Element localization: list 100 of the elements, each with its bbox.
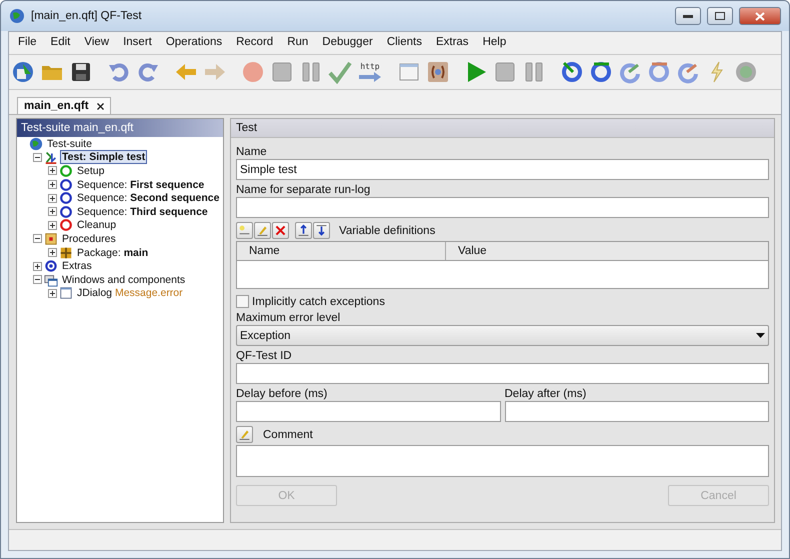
expand-icon[interactable] [48, 207, 57, 216]
step-in-icon[interactable] [560, 60, 584, 84]
maximize-button[interactable] [707, 7, 733, 25]
ring-icon [59, 191, 73, 206]
field-label: Delay after (ms) [504, 388, 588, 400]
delete-button[interactable] [272, 222, 289, 239]
input-field[interactable] [236, 401, 500, 422]
tree-item[interactable]: Setup [75, 164, 106, 177]
expand-icon[interactable] [33, 262, 42, 271]
edit-icon [256, 224, 269, 237]
tree-item[interactable]: Test-suite [45, 138, 94, 150]
skip-over-icon[interactable] [647, 60, 671, 84]
move-down-button[interactable] [313, 222, 330, 239]
collapse-icon[interactable] [33, 275, 42, 284]
tree-item[interactable]: Sequence: Second sequence [75, 192, 222, 204]
expand-icon[interactable] [48, 220, 57, 230]
minimize-icon [683, 14, 693, 18]
expand-icon[interactable] [48, 194, 57, 203]
box-icon [44, 232, 58, 246]
tree-item[interactable]: Cleanup [75, 219, 118, 232]
delete-icon [274, 224, 287, 237]
braces-icon[interactable] [426, 60, 450, 84]
test-icon [44, 150, 58, 164]
menu-item[interactable]: Help [476, 34, 514, 50]
collapse-icon[interactable] [33, 234, 42, 244]
grid-icon [59, 246, 73, 260]
step-over-icon[interactable] [589, 60, 613, 84]
suite-icon[interactable] [11, 60, 35, 84]
menu-item[interactable]: Operations [158, 34, 230, 50]
error-level-dropdown[interactable]: Exception [236, 325, 769, 346]
comment-field[interactable] [236, 445, 769, 477]
save-icon[interactable] [69, 60, 93, 84]
breakpoint-icon[interactable] [734, 60, 758, 84]
target-icon [44, 259, 58, 274]
panel-title: Test-suite main_en.qft [17, 119, 223, 137]
field-label: Name for separate run-log [236, 184, 372, 196]
input-field[interactable] [504, 401, 769, 422]
move-down-icon [315, 224, 328, 237]
menu-item[interactable]: View [77, 34, 116, 50]
move-up-icon [297, 224, 310, 237]
menu-item[interactable]: Debugger [315, 34, 380, 50]
close-icon [755, 12, 765, 20]
field-label: QF-Test ID [236, 350, 293, 362]
section-label: Variable definitions [339, 224, 436, 236]
tree-item[interactable]: Windows and components [60, 274, 188, 286]
close-button[interactable] [739, 7, 781, 25]
name-field[interactable]: Simple test [236, 159, 769, 180]
variables-table[interactable]: Name Value [236, 241, 769, 289]
tree-item[interactable]: Sequence: First sequence [75, 178, 206, 191]
ring-icon [59, 218, 73, 232]
move-up-button[interactable] [295, 222, 312, 239]
file-tab[interactable]: main_en.qft [17, 97, 111, 114]
window-title: [main_en.qft] QF-Test [31, 10, 143, 22]
field-label: Delay before (ms) [236, 388, 328, 400]
tree-item[interactable]: Package: main [75, 246, 150, 259]
checkbox[interactable] [236, 295, 249, 308]
stop-icon[interactable] [493, 60, 517, 84]
tree-item[interactable]: Test: Simple test [60, 150, 148, 164]
app-icon [9, 8, 25, 24]
window-icon [59, 286, 73, 300]
field-label: Comment [263, 428, 313, 440]
ring-icon [59, 178, 73, 192]
menu-item[interactable]: Edit [44, 34, 78, 50]
tree-item[interactable]: Procedures [60, 232, 118, 245]
menu-item[interactable]: Insert [116, 34, 159, 50]
column-header[interactable]: Value [446, 242, 768, 260]
stop-icon[interactable] [270, 60, 294, 84]
menu-item[interactable]: File [11, 34, 44, 50]
edit-button[interactable] [236, 426, 253, 443]
maximize-icon [715, 12, 725, 20]
ring-icon [59, 204, 73, 219]
new-row-icon [238, 224, 251, 237]
expand-icon[interactable] [48, 288, 57, 298]
expand-icon[interactable] [48, 166, 57, 176]
column-header[interactable]: Name [237, 242, 446, 260]
collapse-icon[interactable] [33, 152, 42, 162]
checkbox-label: Implicitly catch exceptions [252, 296, 385, 308]
edit-button[interactable] [254, 222, 271, 239]
new-row-button[interactable] [236, 222, 253, 239]
menu-item[interactable]: Record [229, 34, 280, 50]
tree-item[interactable]: Sequence: Third sequence [75, 206, 210, 218]
menu-item[interactable]: Run [280, 34, 316, 50]
menu-item[interactable]: Clients [380, 34, 429, 50]
windows-icon [44, 272, 58, 287]
input-field[interactable] [236, 197, 769, 218]
field-label: Name [236, 146, 268, 158]
input-field[interactable] [236, 363, 769, 384]
close-icon[interactable] [96, 102, 104, 110]
record-icon[interactable] [241, 60, 265, 84]
edit-icon [238, 428, 251, 441]
tree-item[interactable]: JDialog Message.error [75, 287, 185, 300]
globe-icon [29, 136, 43, 151]
ring-icon [59, 164, 73, 178]
panel-title: Test [231, 119, 774, 138]
minimize-button[interactable] [675, 7, 701, 25]
expand-icon[interactable] [48, 180, 57, 190]
check-icon[interactable] [328, 60, 352, 84]
expand-icon[interactable] [48, 248, 57, 258]
menu-item[interactable]: Extras [428, 34, 476, 50]
tree-item[interactable]: Extras [60, 260, 94, 272]
